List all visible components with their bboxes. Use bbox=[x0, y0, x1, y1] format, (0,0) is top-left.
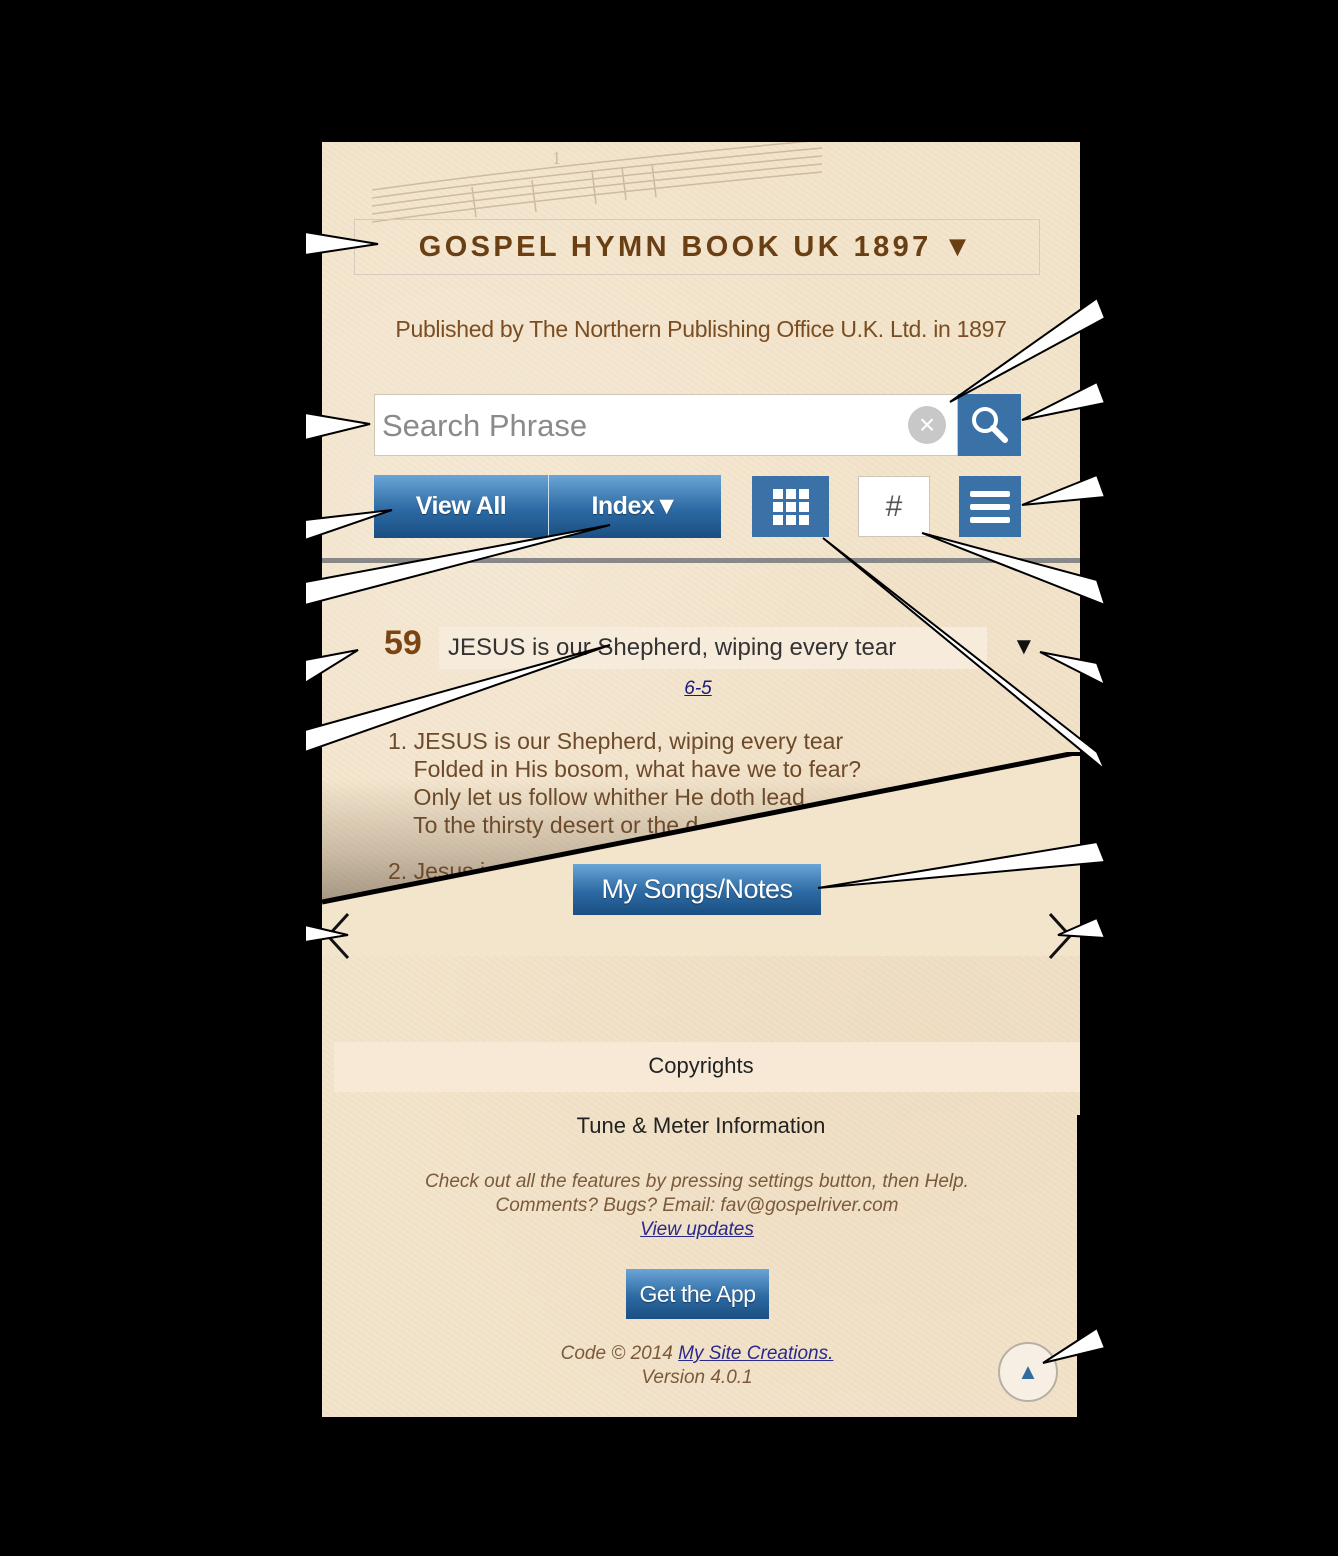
settings-menu-button[interactable] bbox=[959, 476, 1021, 537]
index-button[interactable]: Index▼ bbox=[549, 475, 721, 538]
lyric-line: Folded in His bosom, what have we to fea… bbox=[388, 756, 862, 782]
code-copyright: Code © 2014 bbox=[560, 1343, 679, 1364]
publisher-text: Published by The Northern Publishing Off… bbox=[395, 316, 1007, 342]
toolbar-divider bbox=[322, 558, 1080, 563]
credits: Code © 2014 My Site Creations. Version 4… bbox=[322, 1342, 1072, 1390]
arrow-up-icon: ▲ bbox=[1017, 1359, 1039, 1384]
grid-view-button[interactable] bbox=[752, 476, 829, 537]
tune-meter-info-link[interactable]: Tune & Meter Information bbox=[322, 1113, 1080, 1139]
hamburger-menu-icon bbox=[970, 490, 1010, 523]
view-updates-link[interactable]: View updates bbox=[640, 1219, 754, 1240]
song-number: 59 bbox=[384, 624, 422, 662]
my-site-creations-link[interactable]: My Site Creations. bbox=[678, 1343, 833, 1364]
help-line: Check out all the features by pressing s… bbox=[425, 1171, 969, 1192]
meter-link[interactable]: 6-5 bbox=[322, 678, 1074, 700]
copyrights-link[interactable]: Copyrights bbox=[322, 1053, 1080, 1079]
song-dropdown-icon[interactable]: ▼ bbox=[1012, 633, 1036, 661]
search-input[interactable] bbox=[375, 395, 904, 457]
hymn-app-page: 1 GOSPEL HYMN BOOK UK 1897 ▼ Published b… bbox=[322, 142, 1080, 1417]
view-all-button[interactable]: View All bbox=[374, 475, 549, 538]
get-the-app-button[interactable]: Get the App bbox=[626, 1269, 769, 1319]
view-index-group: View All Index▼ bbox=[374, 475, 721, 538]
email-line: Comments? Bugs? Email: fav@gospelriver.c… bbox=[495, 1195, 899, 1216]
song-title-selector[interactable]: JESUS is our Shepherd, wiping every tear bbox=[439, 627, 987, 669]
grid-icon bbox=[772, 488, 809, 525]
svg-text:1: 1 bbox=[552, 148, 561, 168]
lyric-line: Only let us follow whither He doth lead bbox=[388, 784, 805, 810]
search-icon bbox=[971, 407, 1008, 443]
frame-edge bbox=[1077, 1115, 1081, 1420]
help-info: Check out all the features by pressing s… bbox=[322, 1170, 1072, 1242]
song-number-button[interactable]: # bbox=[858, 476, 930, 537]
search-box: × bbox=[374, 394, 958, 457]
version-text: Version 4.0.1 bbox=[641, 1367, 753, 1388]
next-song-icon[interactable] bbox=[1044, 912, 1074, 960]
clear-search-icon[interactable]: × bbox=[908, 406, 946, 444]
hymnbook-selector[interactable]: GOSPEL HYMN BOOK UK 1897 ▼ bbox=[354, 219, 1040, 275]
lyric-line: 1. JESUS is our Shepherd, wiping every t… bbox=[388, 728, 844, 754]
scroll-to-top-button[interactable]: ▲ bbox=[998, 1342, 1058, 1402]
previous-song-icon[interactable] bbox=[324, 912, 354, 960]
my-songs-notes-button[interactable]: My Songs/Notes bbox=[573, 864, 821, 915]
search-button[interactable] bbox=[958, 394, 1021, 456]
